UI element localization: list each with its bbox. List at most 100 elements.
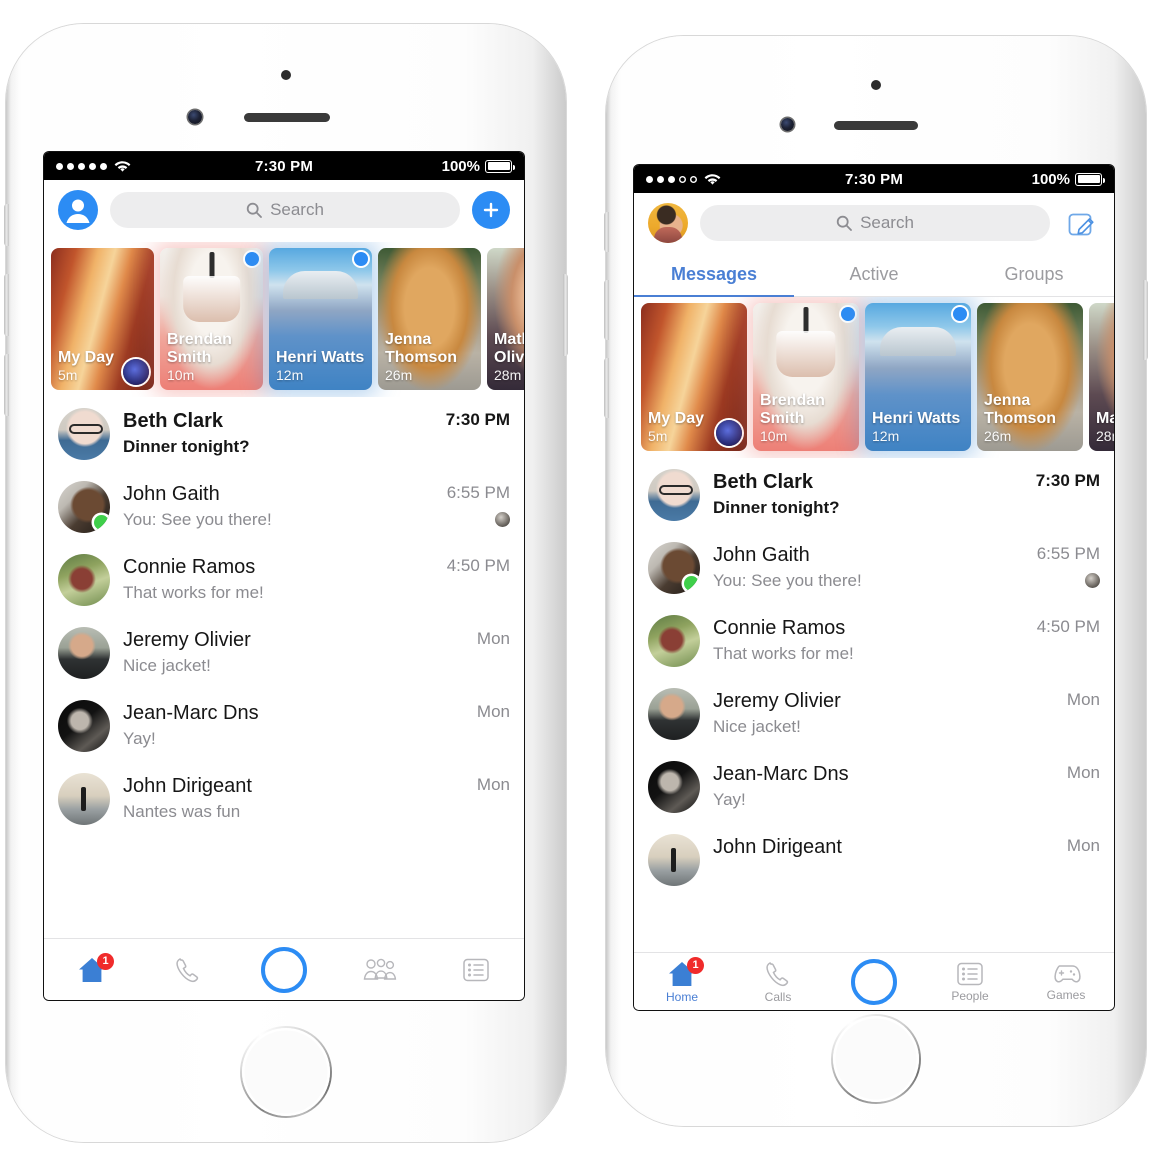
conversation-list-left[interactable]: Beth Clark Dinner tonight? 7:30 PM John Gai…	[44, 397, 524, 938]
tab-active[interactable]: Active	[794, 255, 954, 296]
mute-switch[interactable]	[4, 204, 9, 246]
story-tile[interactable]: Henri Watts 12m	[269, 248, 372, 390]
conversation-meta: 6:55 PM	[1037, 542, 1100, 588]
tab-bar-item-home[interactable]: 1 Home	[634, 956, 730, 1004]
tab-groups[interactable]: Groups	[954, 255, 1114, 296]
conversation-list-right[interactable]: Beth Clark Dinner tonight? 7:30 PM John Gai…	[634, 458, 1114, 952]
conversation-row[interactable]: John Dirigeant Nantes was fun Mon	[44, 762, 524, 835]
home-icon: 1	[667, 956, 704, 988]
conversation-row[interactable]: Beth Clark Dinner tonight? 7:30 PM	[44, 397, 524, 470]
story-tile[interactable]: Brendan Smith 10m	[753, 303, 859, 451]
conversation-row[interactable]: Jean-Marc Dns Yay! Mon	[634, 750, 1114, 823]
online-status-indicator	[94, 515, 109, 530]
tab-bar-item-camera-circle[interactable]	[236, 946, 332, 993]
new-message-button[interactable]	[472, 191, 510, 229]
plus-icon	[483, 202, 499, 218]
story-tile[interactable]: My Day 5m	[51, 248, 154, 390]
unread-badge: 1	[687, 956, 704, 974]
seen-receipt-avatar	[1085, 573, 1100, 588]
conversation-row[interactable]: Jeremy Olivier Nice jacket! Mon	[634, 677, 1114, 750]
volume-up-button[interactable]	[604, 280, 609, 340]
home-button[interactable]	[240, 1026, 332, 1118]
segment-tabs-right[interactable]: Messages Active Groups	[634, 255, 1114, 297]
search-placeholder: Search	[270, 200, 324, 219]
profile-avatar-button[interactable]	[58, 190, 98, 230]
message-timestamp: Mon	[1066, 763, 1100, 782]
my-day-avatar	[123, 359, 149, 385]
message-timestamp: 7:30 PM	[1035, 471, 1100, 490]
contact-avatar	[648, 542, 700, 594]
earpiece-speaker	[834, 121, 918, 130]
story-tile[interactable]: Brendan Smith 10m	[160, 248, 263, 390]
conversation-row[interactable]: Jeremy Olivier Nice jacket! Mon	[44, 616, 524, 689]
people-icon	[363, 957, 397, 983]
app-header-left: Search	[44, 180, 524, 242]
story-time: 12m	[276, 367, 304, 383]
conversation-meta: 7:30 PM	[1036, 469, 1100, 491]
home-button[interactable]	[831, 1014, 921, 1104]
tab-bar-item-people[interactable]	[332, 957, 428, 983]
conversation-row[interactable]: John Gaith You: See you there! 6:55 PM	[634, 531, 1114, 604]
tab-bar-item-calls[interactable]: Calls	[730, 960, 826, 1004]
story-tile[interactable]: Jenna Thomson 26m	[378, 248, 481, 390]
conversation-body: Jean-Marc Dns Yay!	[713, 761, 1054, 812]
search-input[interactable]: Search	[110, 192, 460, 228]
conversation-body: John Gaith You: See you there!	[123, 481, 434, 532]
story-tile[interactable]: Henri Watts 12m	[865, 303, 971, 451]
phone-icon	[763, 960, 793, 988]
tab-bar-item-list[interactable]	[428, 957, 524, 983]
camera-circle-icon[interactable]	[851, 958, 897, 1005]
conversation-row[interactable]: John Gaith You: See you there! 6:55 PM	[44, 470, 524, 543]
volume-down-button[interactable]	[604, 358, 609, 418]
story-tile[interactable]: Mathi Olivie28m	[1089, 303, 1114, 451]
tab-messages[interactable]: Messages	[634, 255, 794, 297]
tab-bar-item-games[interactable]: Games	[1018, 962, 1114, 1002]
conversation-row[interactable]: Connie Ramos That works for me! 4:50 PM	[44, 543, 524, 616]
conversation-meta: Mon	[477, 773, 510, 795]
contact-avatar	[648, 615, 700, 667]
conversation-row[interactable]: John Dirigeant Mon	[634, 823, 1114, 896]
contact-avatar	[58, 627, 110, 679]
conversation-row[interactable]: Beth Clark Dinner tonight? 7:30 PM	[634, 458, 1114, 531]
story-name: Henri Watts	[276, 348, 365, 366]
story-tile[interactable]: My Day 5m	[641, 303, 747, 451]
status-bar-left: 7:30 PM 100%	[44, 152, 524, 180]
tab-bar-item-phone[interactable]	[140, 956, 236, 984]
story-time: 10m	[167, 367, 195, 383]
gamepad-icon	[1050, 962, 1082, 986]
message-preview: Dinner tonight?	[123, 437, 250, 456]
message-timestamp: Mon	[1066, 836, 1100, 855]
conversation-row[interactable]: Jean-Marc Dns Yay! Mon	[44, 689, 524, 762]
stories-carousel-right[interactable]: My Day 5m Brendan Smith 10m Henri Watts 12m Je…	[634, 297, 1114, 458]
volume-up-button[interactable]	[4, 274, 9, 336]
story-name: Jenna Thomson	[385, 331, 457, 366]
power-button[interactable]	[1143, 280, 1148, 360]
story-name: Brendan Smith	[760, 392, 825, 427]
story-tile[interactable]: Mathi Olivie28m	[487, 248, 524, 390]
list-icon	[463, 958, 489, 981]
tab-bar-item-home[interactable]: 1	[44, 952, 140, 984]
compose-button[interactable]	[1062, 204, 1100, 242]
conversation-meta: 6:55 PM	[447, 481, 510, 527]
tab-bar-left[interactable]: 1	[44, 938, 524, 1000]
volume-down-button[interactable]	[4, 354, 9, 416]
story-time: 28m	[1096, 428, 1114, 444]
conversation-row[interactable]: Connie Ramos That works for me! 4:50 PM	[634, 604, 1114, 677]
search-input[interactable]: Search	[700, 205, 1050, 241]
mute-switch[interactable]	[604, 212, 609, 252]
contact-avatar	[648, 688, 700, 740]
tab-bar-item-people[interactable]: People	[922, 961, 1018, 1003]
camera-circle-icon[interactable]	[261, 946, 307, 993]
stories-carousel-left[interactable]: My Day 5m Brendan Smith 10m Henri Watts 12m Je…	[44, 242, 524, 397]
unseen-story-badge	[953, 307, 967, 321]
story-tile[interactable]: Jenna Thomson 26m	[977, 303, 1083, 451]
power-button[interactable]	[563, 274, 568, 356]
profile-avatar-button[interactable]	[648, 203, 688, 243]
story-name: Mathi Olivie	[1096, 409, 1114, 427]
camera-circle-icon	[851, 958, 897, 1005]
message-preview: Nice jacket!	[123, 656, 211, 675]
tab-bar-label: Calls	[764, 989, 792, 1004]
tab-bar-right[interactable]: 1 Home Calls People Games	[634, 952, 1114, 1010]
tab-bar-item-camera-circle[interactable]	[826, 958, 922, 1005]
front-camera-icon	[781, 118, 794, 131]
